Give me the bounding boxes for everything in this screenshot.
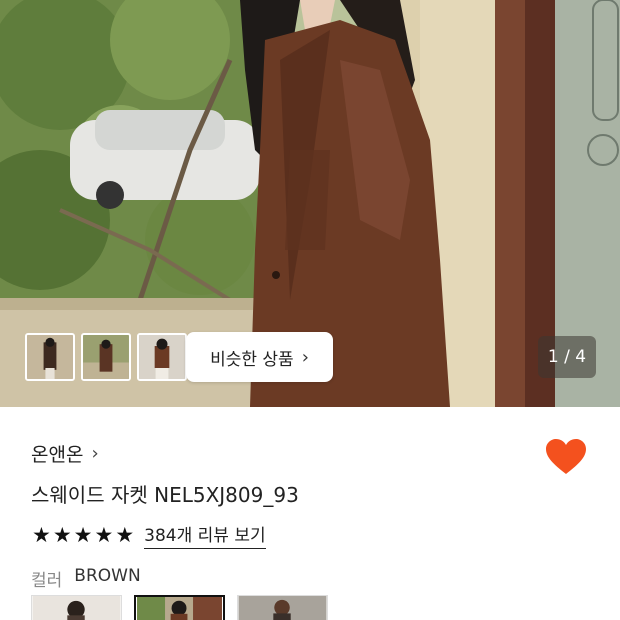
product-title: 스웨이드 자켓 NEL5XJ809_93 [31, 483, 299, 507]
star-icon: ★ [94, 522, 114, 547]
star-icon: ★ [115, 522, 135, 547]
color-option-row: 컬러 BROWN [31, 566, 141, 591]
color-swatch[interactable] [237, 595, 328, 620]
color-value: BROWN [74, 566, 141, 586]
rating-row: ★ ★ ★ ★ ★ 384개 리뷰 보기 [32, 521, 266, 549]
brand-link[interactable]: 온앤온 › [31, 440, 99, 467]
color-swatch-selected[interactable] [134, 595, 225, 620]
review-link[interactable]: 384개 리뷰 보기 [144, 521, 266, 549]
thumbnail-3[interactable] [137, 333, 187, 381]
color-swatch[interactable] [31, 595, 122, 620]
chevron-right-icon: › [301, 346, 309, 368]
similar-products-label: 비슷한 상품 [210, 349, 294, 370]
similar-products-button[interactable]: 비슷한 상품 › [186, 332, 333, 382]
thumbnail-strip [25, 333, 187, 381]
product-info: 온앤온 › 스웨이드 자켓 NEL5XJ809_93 ★ ★ ★ ★ ★ 384… [0, 407, 620, 620]
star-rating: ★ ★ ★ ★ ★ [32, 522, 135, 547]
chevron-right-icon: › [91, 443, 99, 464]
image-counter: 1 / 4 [538, 336, 596, 378]
color-label: 컬러 [31, 571, 63, 591]
star-icon: ★ [52, 522, 72, 547]
brand-name: 온앤온 [31, 444, 84, 466]
heart-icon [546, 439, 586, 474]
color-swatches [31, 595, 328, 620]
star-icon: ★ [32, 522, 51, 547]
star-icon: ★ [73, 522, 93, 547]
thumbnail-2[interactable] [81, 333, 131, 381]
like-button[interactable] [545, 438, 587, 476]
thumbnail-1[interactable] [25, 333, 75, 381]
product-image-gallery[interactable]: 비슷한 상품 › 1 / 4 [0, 0, 620, 407]
